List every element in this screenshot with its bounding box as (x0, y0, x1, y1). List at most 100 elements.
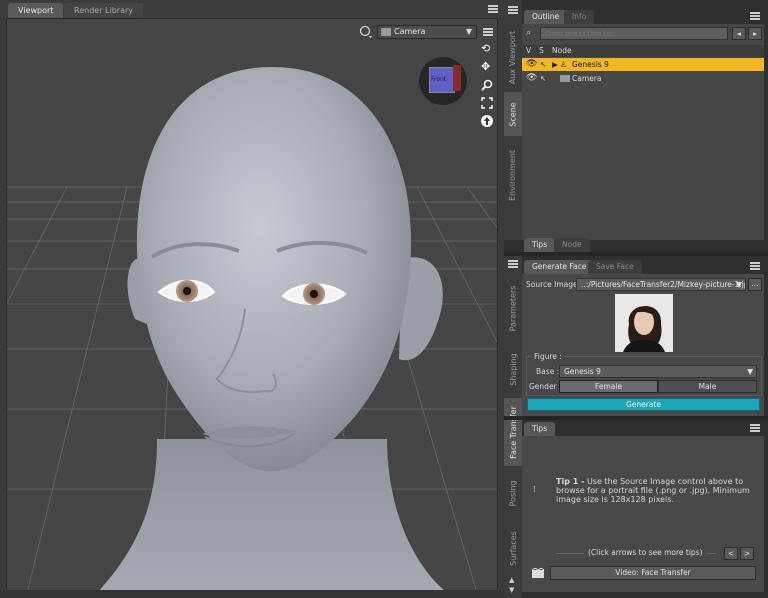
panel-splitter[interactable] (504, 252, 768, 256)
node-row-genesis-9[interactable]: 👁 ↖ ▶ ♙ Genesis 9 (522, 58, 764, 71)
side-tab-surfaces[interactable]: Surfaces (504, 520, 522, 576)
column-v: V (526, 46, 532, 55)
source-image-thumbnail (615, 294, 673, 352)
zoom-icon[interactable] (481, 79, 493, 91)
scene-side-tabs: Aux Viewport Scene Environment (504, 0, 522, 240)
gender-label: Gender : (529, 382, 562, 391)
tips-nav-text: (Click arrows to see more tips) (584, 548, 707, 557)
nav-cube[interactable]: Front (419, 57, 467, 105)
camera-lock-icon[interactable] (359, 25, 373, 39)
base-select[interactable]: Genesis 9 ▼ (559, 365, 757, 378)
viewport-status-strip (0, 590, 504, 598)
browse-button[interactable]: ... (748, 278, 762, 291)
next-tip-button[interactable]: > (740, 547, 754, 560)
pan-icon[interactable]: ✥ (481, 61, 493, 73)
viewport-options-icon[interactable] (483, 28, 493, 36)
figure-label: Figure : (532, 352, 564, 361)
side-tab-posing[interactable]: Posing (504, 470, 522, 516)
orbit-icon[interactable]: ⟲ (481, 43, 493, 55)
chevron-down-icon: ▼ (465, 27, 472, 36)
scene-menu-icon[interactable] (750, 12, 760, 20)
node-label: Genesis 9 (572, 60, 609, 69)
filter-input[interactable] (540, 27, 728, 40)
frame-icon[interactable] (481, 97, 493, 109)
side-tab-label: Aux Viewport (508, 30, 518, 84)
base-label: Base : (536, 367, 560, 376)
outline-header: V S Node (522, 45, 764, 57)
viewport-tabbar: Viewport Render Library (0, 0, 504, 18)
tab-generate-face[interactable]: Generate Face (524, 260, 595, 274)
side-tab-parameters[interactable]: Parameters (504, 276, 522, 340)
video-face-transfer-button[interactable]: Video: Face Transfer (550, 566, 756, 580)
side-tab-label: Surfaces (508, 530, 518, 566)
nav-cube-side (453, 65, 461, 91)
tab-node[interactable]: Node (554, 238, 590, 252)
tab-tips-scene[interactable]: Tips (524, 238, 556, 252)
side-tab-label: Parameters (508, 285, 518, 331)
side-tab-shaping[interactable]: Shaping (504, 344, 522, 394)
panel-menu-icon[interactable] (508, 6, 518, 14)
male-button[interactable]: Male (658, 380, 757, 393)
chevron-down-icon: ▼ (736, 280, 742, 289)
tab-save-face[interactable]: Save Face (588, 260, 642, 274)
camera-select-value: Camera (394, 27, 426, 36)
generate-button[interactable]: Generate (527, 398, 760, 411)
tip-body: Use the Source Image control above to br… (556, 477, 750, 504)
tab-render-library[interactable]: Render Library (64, 3, 143, 18)
search-icon: ⌕ (526, 28, 532, 38)
tab-outline[interactable]: Outline (524, 10, 568, 24)
side-tab-label: Posing (508, 480, 518, 506)
nav-cube-label: Front (431, 76, 447, 83)
eye-icon[interactable]: 👁 (526, 58, 537, 71)
camera-icon (560, 75, 570, 82)
camera-select[interactable]: Camera ▼ (377, 25, 477, 39)
viewport-menu-icon[interactable] (488, 5, 498, 13)
prev-tip-button[interactable]: < (724, 547, 738, 560)
column-node: Node (552, 46, 572, 55)
tab-viewport[interactable]: Viewport (8, 3, 64, 18)
panel-menu-icon[interactable] (508, 260, 518, 268)
expand-icon[interactable]: ▶ (552, 58, 558, 71)
scroll-up-icon[interactable]: ▲ (509, 576, 514, 584)
base-value: Genesis 9 (564, 367, 601, 376)
side-tab-aux-viewport[interactable]: Aux Viewport (504, 26, 522, 88)
tip-title: Tip 1 - (556, 477, 585, 486)
select-arrow-icon[interactable]: ↖ (540, 58, 546, 71)
select-arrow-icon[interactable]: ↖ (540, 72, 546, 85)
scroll-down-icon[interactable]: ▼ (509, 586, 514, 594)
female-button[interactable]: Female (559, 380, 658, 393)
node-label: Camera (572, 74, 602, 83)
tab-info[interactable]: Info (564, 10, 595, 24)
side-tab-label: Environment (508, 149, 518, 201)
prev-match-button[interactable]: ◂ (732, 27, 746, 40)
source-image-label: Source Image : (526, 280, 583, 289)
nav-tools: ⟲ ✥ (479, 43, 495, 155)
tool-side-tabs: Parameters Shaping Face Transfer Posing … (504, 256, 522, 598)
viewport-scene (7, 67, 497, 591)
nav-cube-face: Front (429, 67, 455, 93)
reset-view-icon[interactable] (481, 115, 493, 127)
chevron-down-icon: ▼ (747, 367, 753, 376)
column-s: S (539, 46, 544, 55)
side-tab-label: Scene (508, 101, 518, 127)
source-image-value: ..:/Pictures/FaceTransfer2/Mizkey-pictur… (581, 280, 746, 289)
figure-icon: ♙ (560, 60, 567, 69)
video-icon (531, 567, 545, 578)
side-tab-label: Face Transfer (508, 405, 518, 459)
tips-menu-icon[interactable] (750, 424, 760, 432)
3d-viewport[interactable]: Camera ▼ Front ⟲ ✥ (6, 18, 498, 592)
source-image-select[interactable]: ..:/Pictures/FaceTransfer2/Mizkey-pictur… (576, 278, 746, 291)
side-tab-environment[interactable]: Environment (504, 140, 522, 210)
camera-icon (381, 28, 391, 36)
side-tab-scene[interactable]: Scene (504, 92, 522, 136)
side-tab-face-transfer[interactable]: Face Transfer (504, 398, 522, 466)
next-match-button[interactable]: ▸ (748, 27, 762, 40)
side-tab-label: Shaping (508, 352, 518, 386)
tab-tips[interactable]: Tips (524, 422, 556, 436)
node-row-camera[interactable]: 👁 ↖ Camera (522, 72, 764, 85)
eye-icon[interactable]: 👁 (526, 72, 537, 85)
scene-pane: Outline Info ⌕ ◂ ▸ V S Node (522, 8, 764, 240)
face-transfer-menu-icon[interactable] (750, 262, 760, 270)
loading-icon: ⁞ (533, 485, 536, 495)
tip-text: Tip 1 - Use the Source Image control abo… (556, 477, 756, 504)
